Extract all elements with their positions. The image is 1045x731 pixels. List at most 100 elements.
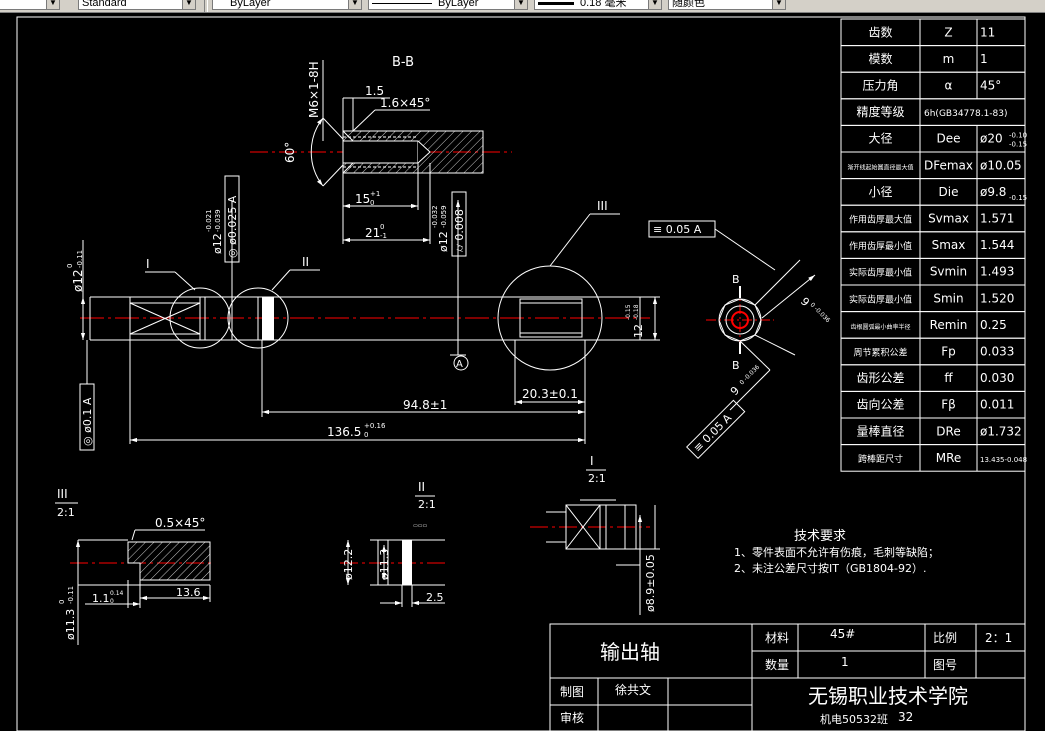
- gear-param-name: 渐开线起始圆直径最大值: [847, 163, 913, 171]
- school-name: 无锡职业技术学院: [808, 684, 968, 708]
- dia12-right-label: ø12: [437, 231, 450, 252]
- detail-II-label: II: [418, 480, 425, 494]
- detail-I-label: I: [590, 454, 594, 468]
- linetype-value: ByLayer: [438, 0, 479, 9]
- depth-15-label: 15: [355, 192, 370, 206]
- detail-III-1-1: 1.1: [92, 592, 110, 605]
- gear-param-name: 大径: [868, 132, 892, 146]
- gear-param-value: 1.544: [980, 238, 1014, 252]
- linetype-dropdown[interactable]: ByLayer ▼: [368, 0, 528, 10]
- tol-frame-bottom-right-text: ≡ 0.05 A: [691, 411, 735, 455]
- groove: [262, 297, 274, 340]
- detail-III-label: III: [57, 487, 68, 501]
- detail-II-dia12: ø12.2: [342, 549, 355, 580]
- color-dropdown[interactable]: ByLayer ▼: [212, 0, 362, 10]
- lineweight-sample: [538, 1, 574, 5]
- gear-table-row: 跨棒距尺寸 MRe 13.435-0.048: [840, 444, 1027, 472]
- dropdown-arrow-icon: ▼: [348, 0, 361, 9]
- quantity-value: 1: [841, 655, 849, 669]
- gear-param-value: 11: [980, 25, 995, 39]
- depth-15-tol: +1: [370, 190, 380, 198]
- dropdown-arrow-icon: ▼: [772, 0, 785, 9]
- gear-param-value: ø10.05: [980, 158, 1022, 172]
- tech-requirement-1: 1、零件表面不允许有伤痕，毛刺等缺陷；: [734, 545, 939, 559]
- gear-param-name: 齿向公差: [856, 397, 904, 412]
- datum-A-label: A: [456, 359, 463, 370]
- material-value: 45#: [830, 627, 855, 641]
- detail-III-dia-tol-low: -0.11: [67, 586, 75, 604]
- gear-param-tol-low: -0.15: [1009, 194, 1027, 202]
- gear-param-name: 作用齿厚最小值: [849, 240, 912, 252]
- gear-table-row: 模数 m 1: [840, 45, 1026, 73]
- dim-9-lower-label: 9: [728, 384, 742, 398]
- gear-param-value: 1.571: [980, 212, 1014, 226]
- gear-table-row: 齿根圆弧最小曲率半径 Remin 0.25: [840, 311, 1026, 339]
- gear-table-row: 实际齿厚最小值 Smin 1.520: [840, 284, 1026, 313]
- part-name: 输出轴: [600, 640, 660, 664]
- dim-12-right-tol-low: -0.18: [633, 304, 640, 320]
- dia12-left-tol-low: -0.039: [214, 209, 222, 232]
- tech-requirements-title: 技术要求: [794, 529, 846, 544]
- gear-table-row: 齿数 Z 11: [840, 18, 1026, 47]
- main-shaft-view: I II III ø12 0 -0.11 ◎ ø0.025 A ø12 -0.0…: [66, 175, 660, 451]
- gear-param-value: 1.520: [980, 291, 1014, 305]
- text-style-dropdown[interactable]: Standard ▼: [78, 0, 196, 10]
- gear-param-name: 小径: [868, 185, 892, 199]
- plot-style-dropdown[interactable]: 随颜色 ▼: [668, 0, 786, 10]
- gear-param-value: 0.011: [980, 398, 1014, 412]
- gear-param-symbol: Fp: [941, 345, 956, 359]
- gear-parameter-table: 齿数 Z 11 模数 m 1 压力角 α 45° 精度等级 6h(GB34778.1-83) 大径 De…: [840, 18, 1027, 472]
- dim-12-right-tol-up: -0.15: [625, 304, 632, 320]
- depth-21-label: 21: [365, 226, 380, 240]
- plot-style-value: 随颜色: [672, 0, 705, 9]
- detail-III-dia-tol-up: 0: [58, 600, 66, 604]
- detail-III-13-6: 13.6: [176, 586, 201, 599]
- gear-param-symbol: Die: [939, 185, 959, 199]
- gear-table-row: 小径 Die ø9.8 -0.15: [840, 178, 1027, 206]
- gear-param-name: 压力角: [862, 79, 898, 93]
- dia12-left-tol-up: -0.021: [205, 209, 213, 232]
- gear-table-row: 渐开线起始圆直径最大值 DFemax ø10.05: [840, 151, 1026, 180]
- gear-param-name: 齿数: [868, 24, 892, 39]
- dim-136-5-tol-up: +0.16: [364, 422, 386, 430]
- drawing-canvas[interactable]: 齿数 Z 11 模数 m 1 压力角 α 45° 精度等级 6h(GB34778.1-83) 大径 De…: [0, 12, 1045, 731]
- gear-param-symbol: α: [945, 79, 953, 93]
- scale-value: 2：1: [985, 631, 1012, 645]
- dropdown-arrow-icon: ▼: [182, 0, 195, 9]
- detail-I-view: I 2:1 ø8.9±0.05: [530, 454, 660, 615]
- tech-requirement-2: 2、未注公差尺寸按IT（GB1804-92）.: [734, 561, 927, 575]
- scale-label: 比例: [933, 631, 957, 645]
- detail-III-view: III 2:1 0.5×45° ø11.3 0 -0.11 1.1 0.14 0…: [55, 487, 215, 645]
- gear-param-symbol: m: [943, 52, 955, 66]
- gear-param-tol-low: -0.15: [1009, 141, 1027, 149]
- text-style-prev-dropdown[interactable]: ▼: [0, 0, 60, 10]
- gear-param-symbol: Svmin: [930, 265, 967, 279]
- gear-param-symbol: Smax: [932, 238, 966, 252]
- dia12-main-tol-low: -0.11: [76, 250, 84, 268]
- gear-table-row: 周节累积公差 Fp 0.033: [840, 337, 1026, 366]
- gear-param-name: 精度等级: [856, 104, 904, 119]
- dim-136-5-tol-low: 0: [364, 431, 368, 439]
- gear-param-tol-up: -0.10: [1009, 132, 1027, 140]
- gear-param-name: 周节累积公差: [853, 347, 907, 359]
- gear-param-name: 跨棒距尺寸: [858, 453, 903, 465]
- student-no: 32: [898, 710, 913, 724]
- lineweight-dropdown[interactable]: 0.18 毫米 ▼: [534, 0, 662, 10]
- gear-param-symbol: DFemax: [924, 158, 973, 172]
- gear-param-value: ø9.8: [980, 185, 1006, 199]
- gear-param-symbol: Fβ: [941, 398, 956, 412]
- dropdown-arrow-icon: ▼: [514, 0, 527, 9]
- gear-param-symbol: Remin: [930, 318, 968, 332]
- gear-param-value: ø1.732: [980, 424, 1022, 438]
- class-info: 机电50532班: [820, 712, 888, 726]
- detail-III-scale: 2:1: [57, 506, 75, 519]
- tol-frame-bottom-right: ≡ 0.05 A: [686, 399, 746, 459]
- label-III: III: [597, 199, 608, 213]
- gear-param-name: 齿根圆弧最小曲率半径: [850, 323, 910, 331]
- label-B-top: B: [732, 273, 740, 286]
- tol-frame-right-text: ⌭ 0.008: [453, 209, 466, 252]
- detail-II-2-5: 2.5: [426, 591, 444, 604]
- section-bb-label: B-B: [392, 55, 414, 70]
- detail-III-dia: ø11.3: [64, 609, 77, 640]
- gear-table-row: 压力角 α 45°: [840, 71, 1026, 100]
